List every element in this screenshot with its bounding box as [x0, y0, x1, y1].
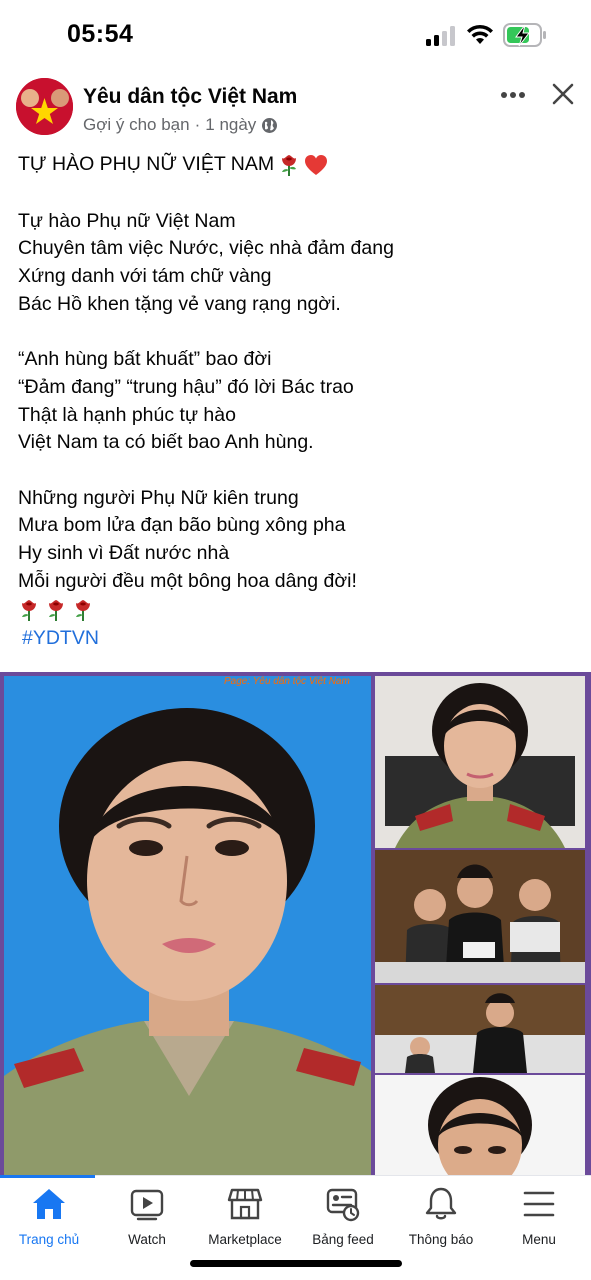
photo-illustration: [375, 985, 585, 1073]
photo-illustration: [375, 676, 585, 848]
tab-menu[interactable]: Menu: [490, 1186, 588, 1256]
rose-icon: [76, 600, 90, 622]
assembly-seated-photo[interactable]: [375, 985, 585, 1073]
post-image-collage[interactable]: [0, 672, 591, 1177]
poem-line: Hy sinh vì Đất nước nhà: [18, 541, 230, 564]
poem-line: Chuyên tâm việc Nước, việc nhà đảm đang: [18, 237, 394, 260]
hashtag-link[interactable]: #YDTVN: [22, 627, 99, 649]
meta-separator: ·: [194, 115, 201, 134]
hamburger-menu-icon: [523, 1191, 555, 1217]
poem-line: “Anh hùng bất khuất” bao đời: [18, 348, 272, 371]
status-bar: 05:54: [0, 0, 591, 70]
poem-line: Những người Phụ Nữ kiên trung: [18, 486, 299, 509]
portrait-white-background-photo[interactable]: [375, 1075, 585, 1177]
poem-line: Tự hào Phụ nữ Việt Nam: [18, 209, 236, 232]
home-indicator[interactable]: [190, 1260, 402, 1267]
meta-suggested: Gợi ý cho bạn: [83, 115, 190, 134]
tab-label: Trang chủ: [18, 1232, 80, 1247]
tab-marketplace[interactable]: Marketplace: [196, 1186, 294, 1256]
poem-line: Bác Hồ khen tặng vẻ vang rạng ngời.: [18, 292, 341, 315]
marketplace-store-icon: [227, 1188, 263, 1220]
portrait-illustration: [4, 676, 371, 1177]
main-portrait-photo[interactable]: [4, 676, 371, 1177]
poem-line: Mưa bom lửa đạn bão bùng xông pha: [18, 514, 346, 537]
wifi-icon: [467, 24, 493, 44]
cellular-signal-icon: [426, 26, 455, 46]
status-time: 05:54: [67, 20, 134, 48]
rose-icon: [22, 600, 36, 622]
tab-label: Marketplace: [208, 1232, 282, 1247]
post-title-line: TỰ HÀO PHỤ NỮ VIỆT NAM: [18, 150, 578, 180]
tab-feeds[interactable]: Bảng feed: [294, 1186, 392, 1256]
globe-icon: [262, 117, 278, 133]
watch-video-icon: [130, 1189, 164, 1221]
red-heart-icon: [305, 155, 328, 175]
more-options-icon[interactable]: [500, 90, 526, 100]
image-watermark: Page: Yêu dân tộc Việt Nam: [224, 676, 350, 687]
close-icon[interactable]: [551, 82, 575, 106]
active-tab-indicator: [0, 1175, 95, 1178]
battery-charging-icon: [503, 23, 546, 47]
photo-illustration: [375, 1075, 585, 1177]
post-text: TỰ HÀO PHỤ NỮ VIỆT NAM Tự hào Phụ nữ Việ…: [18, 150, 578, 653]
poem-line: Mỗi người đều một bông hoa dâng đời!: [18, 569, 357, 592]
rose-icon: [49, 600, 63, 622]
feeds-icon: [326, 1188, 360, 1222]
tab-home[interactable]: Trang chủ: [0, 1186, 98, 1256]
post-title: TỰ HÀO PHỤ NỮ VIỆT NAM: [18, 153, 275, 176]
poem-line: Việt Nam ta có biết bao Anh hùng.: [18, 431, 314, 454]
tab-label: Watch: [128, 1232, 166, 1247]
poem-line: Thật là hạnh phúc tự hào: [18, 403, 236, 426]
poem-line: Xứng danh với tám chữ vàng: [18, 265, 272, 288]
meta-time[interactable]: 1 ngày: [205, 115, 256, 135]
tab-label: Bảng feed: [312, 1232, 374, 1247]
post-header: Yêu dân tộc Việt Nam Gợi ý cho bạn · 1 n…: [0, 78, 591, 144]
uniform-portrait-photo[interactable]: [375, 676, 585, 848]
tab-notifications[interactable]: Thông báo: [392, 1186, 490, 1256]
assembly-speech-photo[interactable]: [375, 850, 585, 983]
home-icon: [33, 1189, 65, 1219]
bell-icon: [425, 1187, 457, 1220]
tab-label: Thông báo: [408, 1232, 474, 1247]
tab-watch[interactable]: Watch: [98, 1186, 196, 1256]
page-avatar[interactable]: [16, 78, 73, 135]
tab-label: Menu: [522, 1232, 556, 1247]
hashtag-line: #YDTVN: [18, 625, 578, 653]
vietnam-flag-logo: [16, 78, 73, 135]
poem-line: “Đảm đang” “trung hậu” đó lời Bác trao: [18, 375, 354, 398]
rose-icon: [282, 155, 297, 176]
closing-roses: [18, 595, 578, 625]
page-name[interactable]: Yêu dân tộc Việt Nam: [83, 85, 297, 109]
photo-illustration: [375, 850, 585, 983]
post-meta: Gợi ý cho bạn · 1 ngày: [83, 115, 278, 135]
